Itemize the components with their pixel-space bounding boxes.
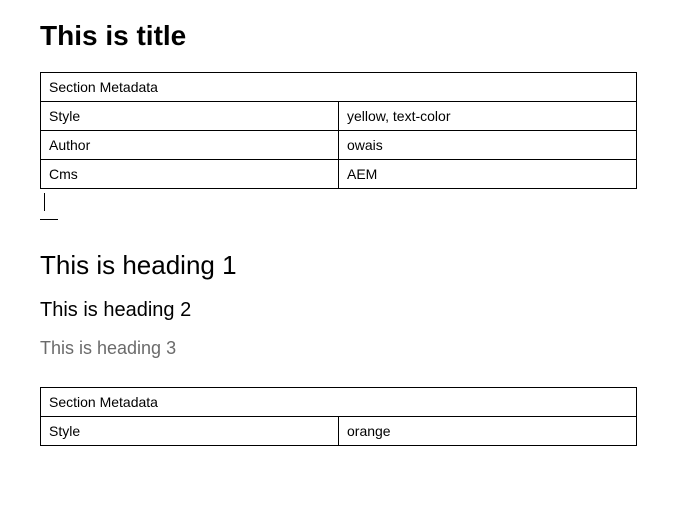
table-row: Author owais [41, 131, 637, 160]
table-header-cell: Section Metadata [41, 73, 637, 102]
table-value-cell: yellow, text-color [339, 102, 637, 131]
divider-mark [40, 219, 58, 220]
heading-1: This is heading 1 [40, 250, 637, 281]
table-key-cell: Cms [41, 160, 339, 189]
table-value-cell: AEM [339, 160, 637, 189]
table-row: Cms AEM [41, 160, 637, 189]
table-key-cell: Style [41, 417, 339, 446]
heading-2: This is heading 2 [40, 299, 637, 322]
page-title: This is title [40, 20, 637, 52]
table-header-row: Section Metadata [41, 73, 637, 102]
table-value-cell: orange [339, 417, 637, 446]
metadata-table-2: Section Metadata Style orange [40, 387, 637, 446]
table-key-cell: Author [41, 131, 339, 160]
table-header-cell: Section Metadata [41, 388, 637, 417]
heading-3: This is heading 3 [40, 338, 637, 359]
table-header-row: Section Metadata [41, 388, 637, 417]
metadata-table-1: Section Metadata Style yellow, text-colo… [40, 72, 637, 189]
text-cursor [44, 193, 45, 211]
table-key-cell: Style [41, 102, 339, 131]
table-value-cell: owais [339, 131, 637, 160]
table-row: Style orange [41, 417, 637, 446]
table-row: Style yellow, text-color [41, 102, 637, 131]
